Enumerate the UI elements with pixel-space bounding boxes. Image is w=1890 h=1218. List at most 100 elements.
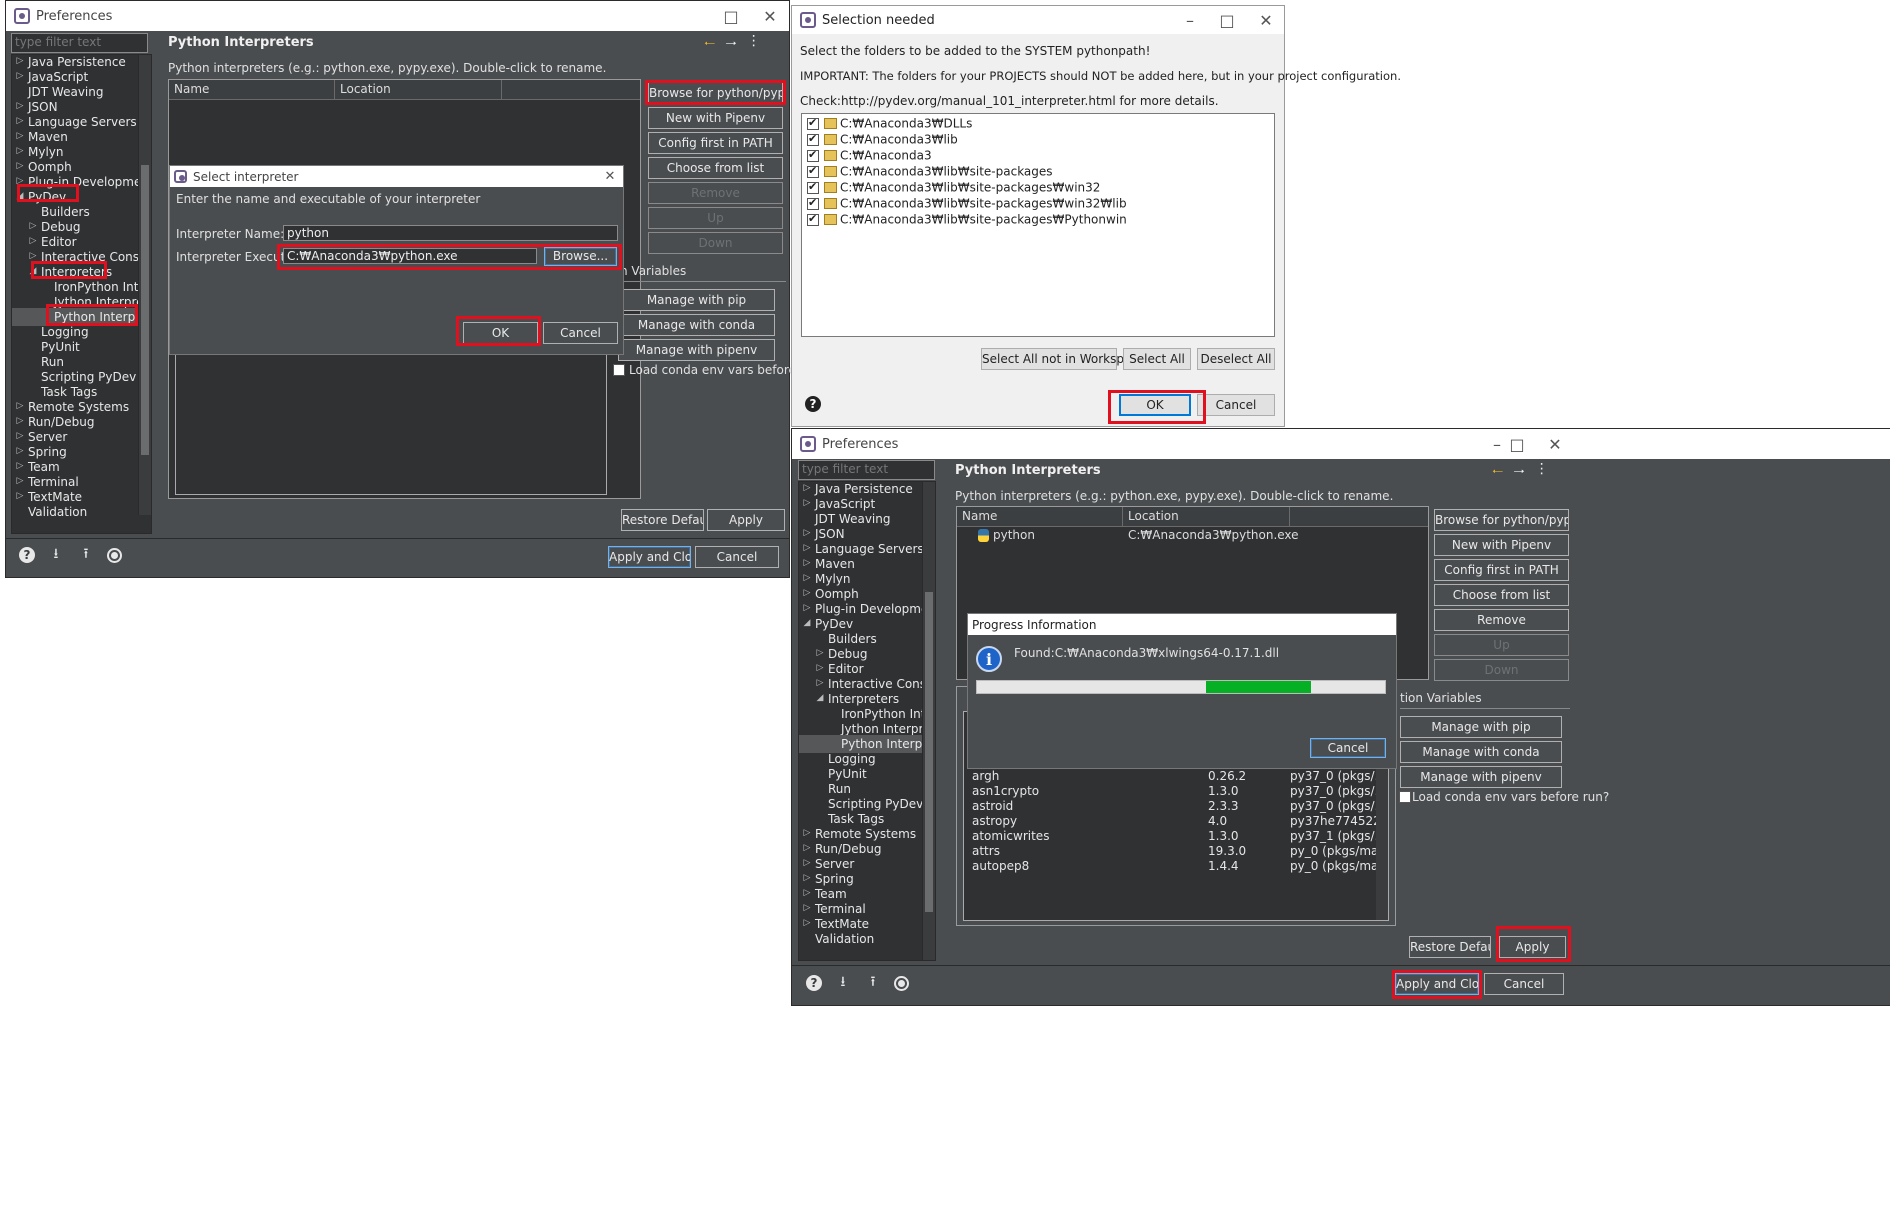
restore-defaults-button[interactable]: Restore Defaults	[1409, 936, 1491, 958]
apply-close-button[interactable]: Apply and Close	[608, 546, 691, 568]
folder-item[interactable]: C:₩Anaconda3₩lib	[807, 132, 958, 147]
expand-arrow-icon[interactable]: ▷	[814, 648, 826, 658]
folder-item[interactable]: C:₩Anaconda3₩lib₩site-packages₩win32₩lib	[807, 196, 1127, 211]
collapse-arrow-icon[interactable]: ◢	[814, 693, 826, 703]
expand-arrow-icon[interactable]: ▷	[14, 476, 26, 486]
choose-list-button[interactable]: Choose from list	[648, 157, 783, 179]
config-path-button[interactable]: Config first in PATH	[1434, 559, 1569, 581]
down-button[interactable]: Down	[648, 232, 783, 254]
folder-item[interactable]: C:₩Anaconda3	[807, 148, 932, 163]
expand-arrow-icon[interactable]: ▷	[27, 251, 39, 261]
select-not-workspace-button[interactable]: Select All not in Workspace	[981, 348, 1145, 370]
load-conda-checkbox[interactable]	[613, 364, 625, 376]
expand-arrow-icon[interactable]: ▷	[801, 573, 813, 583]
export-icon[interactable]: ⭱	[864, 974, 882, 992]
folders-list[interactable]: C:₩Anaconda3₩DLLsC:₩Anaconda3₩libC:₩Anac…	[801, 113, 1275, 337]
back-arrow-icon[interactable]: 🠀	[1492, 461, 1503, 485]
select-all-button[interactable]: Select All	[1123, 348, 1191, 370]
expand-arrow-icon[interactable]: ▷	[14, 101, 26, 111]
folder-item[interactable]: C:₩Anaconda3₩lib₩site-packages	[807, 164, 1053, 179]
new-pipenv-button[interactable]: New with Pipenv	[1434, 534, 1569, 556]
browse-python-button[interactable]: Browse for python/pypy exe	[1434, 509, 1569, 531]
folder-item[interactable]: C:₩Anaconda3₩lib₩site-packages₩win32	[807, 180, 1100, 195]
expand-arrow-icon[interactable]: ▷	[801, 528, 813, 538]
folder-item[interactable]: C:₩Anaconda3₩lib₩site-packages₩Pythonwin	[807, 212, 1127, 227]
expand-arrow-icon[interactable]: ▷	[14, 461, 26, 471]
browse-python-button[interactable]: Browse for python/pypy exe	[648, 82, 783, 104]
up-button[interactable]: Up	[648, 207, 783, 229]
help-icon[interactable]: ?	[805, 396, 821, 412]
manage-conda-button[interactable]: Manage with conda	[618, 314, 775, 336]
exe-input[interactable]: C:₩Anaconda3₩python.exe	[283, 248, 537, 264]
apply-button[interactable]: Apply	[707, 509, 785, 531]
forward-arrow-icon[interactable]: 🠂	[1513, 461, 1524, 485]
apply-close-button[interactable]: Apply and Close	[1395, 973, 1479, 995]
interpreter-row[interactable]: python C:₩Anaconda3₩python.exe	[958, 528, 1428, 544]
folder-checkbox[interactable]	[807, 196, 819, 210]
config-path-button[interactable]: Config first in PATH	[648, 132, 783, 154]
expand-arrow-icon[interactable]: ▷	[801, 603, 813, 613]
remove-button[interactable]: Remove	[1434, 609, 1569, 631]
manage-pip-button[interactable]: Manage with pip	[1400, 716, 1562, 738]
filter-input[interactable]: type filter text	[11, 33, 148, 53]
tree-scrollbar[interactable]	[922, 482, 935, 960]
expand-arrow-icon[interactable]: ▷	[801, 903, 813, 913]
import-icon[interactable]: ⭳	[834, 974, 852, 992]
expand-arrow-icon[interactable]: ▷	[14, 431, 26, 441]
expand-arrow-icon[interactable]: ▷	[14, 131, 26, 141]
folder-checkbox[interactable]	[807, 116, 819, 130]
maximize-icon[interactable]: □	[1207, 6, 1247, 34]
up-button[interactable]: Up	[1434, 634, 1569, 656]
env-vars-tab[interactable]: n Variables	[620, 264, 686, 278]
folder-checkbox[interactable]	[807, 132, 819, 146]
expand-arrow-icon[interactable]: ▷	[27, 221, 39, 231]
manage-pipenv-button[interactable]: Manage with pipenv	[1400, 766, 1562, 788]
expand-arrow-icon[interactable]: ▷	[814, 678, 826, 688]
expand-arrow-icon[interactable]: ▷	[14, 146, 26, 156]
expand-arrow-icon[interactable]: ▷	[27, 236, 39, 246]
manage-conda-button[interactable]: Manage with conda	[1400, 741, 1562, 763]
expand-arrow-icon[interactable]: ▷	[801, 558, 813, 568]
maximize-icon[interactable]: □	[1497, 429, 1537, 459]
folder-checkbox[interactable]	[807, 180, 819, 194]
progress-cancel-button[interactable]: Cancel	[1310, 738, 1386, 758]
cancel-button[interactable]: Cancel	[1197, 394, 1275, 416]
cancel-button[interactable]: Cancel	[1484, 973, 1564, 995]
collapse-arrow-icon[interactable]: ◢	[14, 191, 26, 201]
expand-arrow-icon[interactable]: ▷	[14, 491, 26, 501]
expand-arrow-icon[interactable]: ▷	[801, 858, 813, 868]
maximize-icon[interactable]: □	[711, 1, 751, 31]
folder-item[interactable]: C:₩Anaconda3₩DLLs	[807, 116, 972, 131]
import-icon[interactable]: ⭳	[47, 546, 65, 564]
help-icon[interactable]: ?	[806, 975, 822, 991]
down-button[interactable]: Down	[1434, 659, 1569, 681]
expand-arrow-icon[interactable]: ▷	[801, 483, 813, 493]
expand-arrow-icon[interactable]: ▷	[14, 446, 26, 456]
deselect-all-button[interactable]: Deselect All	[1197, 348, 1275, 370]
close-icon[interactable]: ✕	[595, 166, 625, 187]
back-arrow-icon[interactable]: 🠀	[704, 33, 715, 57]
expand-arrow-icon[interactable]: ▷	[14, 161, 26, 171]
expand-arrow-icon[interactable]: ▷	[801, 543, 813, 553]
expand-arrow-icon[interactable]: ▷	[14, 56, 26, 66]
browse-button[interactable]: Browse...	[544, 247, 617, 266]
expand-arrow-icon[interactable]: ▷	[801, 843, 813, 853]
restore-defaults-button[interactable]: Restore Defaults	[621, 509, 704, 531]
packages-list[interactable]	[175, 335, 607, 495]
expand-arrow-icon[interactable]: ▷	[801, 873, 813, 883]
record-icon[interactable]	[894, 975, 909, 991]
expand-arrow-icon[interactable]: ▷	[801, 888, 813, 898]
expand-arrow-icon[interactable]: ▷	[14, 416, 26, 426]
folder-checkbox[interactable]	[807, 164, 819, 178]
ok-button[interactable]: OK	[1119, 394, 1191, 416]
record-icon[interactable]	[107, 547, 122, 563]
close-icon[interactable]: ✕	[1535, 429, 1575, 459]
remove-button[interactable]: Remove	[648, 182, 783, 204]
choose-list-button[interactable]: Choose from list	[1434, 584, 1569, 606]
forward-arrow-icon[interactable]: 🠂	[725, 33, 736, 57]
tree-item[interactable]: Validation	[815, 930, 874, 948]
close-icon[interactable]: ✕	[750, 1, 790, 31]
tree-scrollbar[interactable]	[138, 55, 151, 515]
export-icon[interactable]: ⭱	[77, 546, 95, 564]
expand-arrow-icon[interactable]: ▷	[801, 498, 813, 508]
